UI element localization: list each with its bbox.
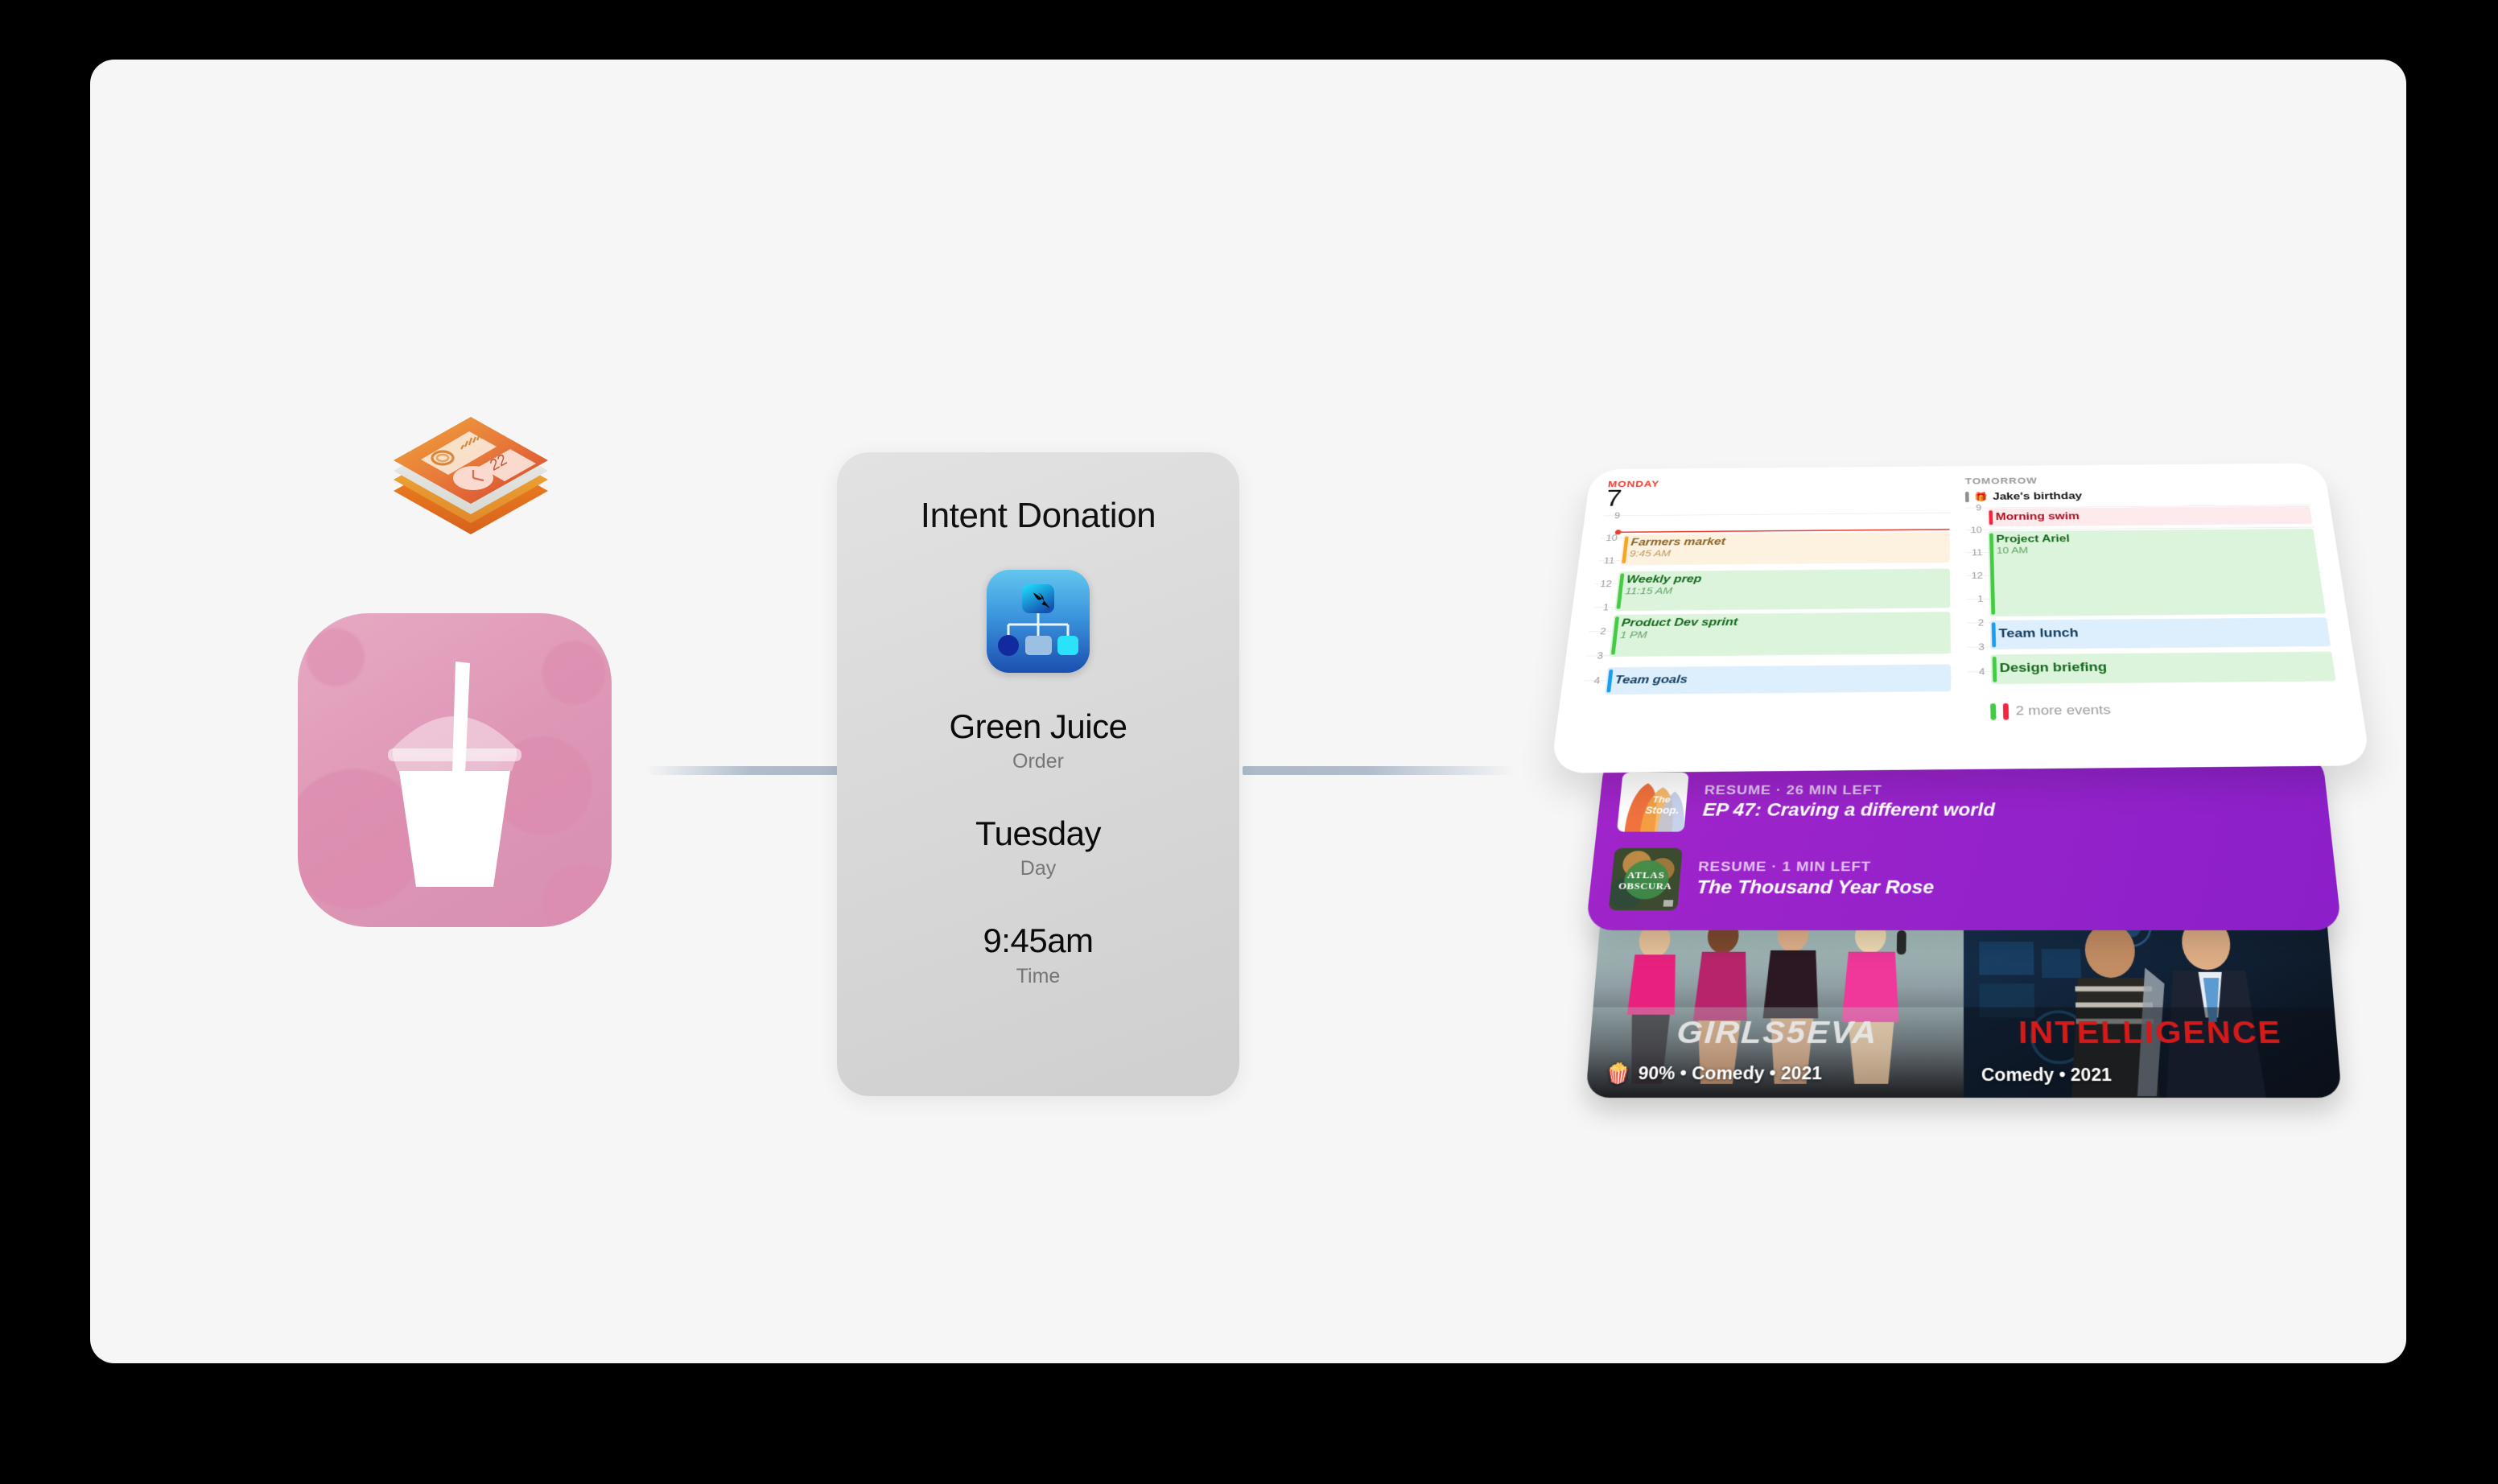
tv-caption-text-girls5eva: 90% • Comedy • 2021 bbox=[1638, 1063, 1823, 1084]
podcast-row[interactable]: The Stoop. RESUME · 26 MIN LEFT EP 47: C… bbox=[1616, 765, 2311, 840]
calendar-event[interactable]: Weekly prep 11:15 AM bbox=[1614, 569, 1950, 611]
hour-label: 1 bbox=[1592, 602, 1610, 612]
hour-label: 3 bbox=[1585, 650, 1604, 661]
podcast-title-1: EP 47: Craving a different world bbox=[1702, 800, 1995, 820]
calendar-column-tomorrow: TOMORROW 🎁 Jake's birthday 9 10 11 12 1 … bbox=[1965, 474, 2349, 762]
intent-donation-card: Intent Donation Green Juice Order Tuesda… bbox=[837, 452, 1239, 1096]
hour-label: 1 bbox=[1967, 594, 1984, 604]
svg-text:Stoop.: Stoop. bbox=[1645, 805, 1680, 816]
intent-field-order-label: Order bbox=[950, 750, 1127, 773]
calendar-today-grid: 9 10 11 12 1 2 3 4 Farmers market 9:45 A… bbox=[1580, 513, 1952, 706]
calendar-event[interactable]: Project Ariel 10 AM bbox=[1988, 529, 2326, 616]
tv-caption-text-intelligence: Comedy • 2021 bbox=[1981, 1065, 2112, 1086]
podcasts-widget[interactable]: The Stoop. RESUME · 26 MIN LEFT EP 47: C… bbox=[1585, 753, 2342, 930]
calendar-tomorrow-header: TOMORROW bbox=[1965, 474, 2308, 487]
calendar-column-today: MONDAY 7 9 10 11 12 1 2 3 4 Farmers mark… bbox=[1573, 476, 1953, 765]
intent-field-time-label: Time bbox=[983, 965, 1093, 988]
tv-caption-girls5eva: 🍿 90% • Comedy • 2021 bbox=[1604, 1061, 1956, 1085]
popcorn-icon: 🍿 bbox=[1604, 1061, 1631, 1085]
connector-rail-right bbox=[1243, 766, 1516, 775]
tv-logo-intelligence: INTELLIGENCE bbox=[1964, 1015, 2338, 1051]
podcast-title-2: The Thousand Year Rose bbox=[1696, 877, 1934, 898]
intent-field-day-value: Tuesday bbox=[975, 815, 1101, 852]
hour-label: 12 bbox=[1966, 571, 1983, 581]
hour-label: 4 bbox=[1968, 666, 1985, 678]
widgetkit-framework-icon: 22 MON bbox=[376, 414, 566, 567]
slide-canvas: 22 MON Intent Donation Green Juice Order… bbox=[90, 60, 2406, 1363]
hour-label: 11 bbox=[1597, 555, 1615, 565]
hour-label: 11 bbox=[1966, 547, 1983, 557]
svg-text:The: The bbox=[1652, 794, 1672, 805]
widget-stack: GIRLS5EVA 🍿 90% • Comedy • 2021 INTELLIG… bbox=[1531, 365, 2464, 1178]
gift-icon: 🎁 bbox=[1974, 492, 1988, 502]
green-juice-app-icon bbox=[298, 613, 612, 927]
svg-text:ATLAS: ATLAS bbox=[1627, 869, 1666, 880]
podcast-row[interactable]: ATLAS OBSCURA RESUME · 1 MIN LEFT The Th… bbox=[1608, 839, 2320, 918]
calendar-event[interactable]: Morning swim bbox=[1988, 506, 2313, 527]
svg-text:OBSCURA: OBSCURA bbox=[1618, 880, 1672, 891]
atlas-obscura-artwork: ATLAS OBSCURA bbox=[1609, 847, 1683, 909]
podcast-meta-1: RESUME · 26 MIN LEFT bbox=[1704, 783, 1995, 798]
sirikit-intents-icon bbox=[987, 570, 1090, 673]
hour-label: 9 bbox=[1603, 511, 1621, 521]
hour-label: 9 bbox=[1965, 503, 1981, 513]
tv-logo-girls5eva: GIRLS5EVA bbox=[1589, 1015, 1964, 1051]
calendar-event[interactable]: Design briefing bbox=[1991, 652, 2336, 685]
event-color-chip-green bbox=[1990, 703, 1996, 720]
calendar-event[interactable]: Farmers market 9:45 AM bbox=[1620, 532, 1950, 566]
podcast-meta-2: RESUME · 1 MIN LEFT bbox=[1697, 859, 1934, 876]
calendar-event[interactable]: Product Dev sprint 1 PM bbox=[1610, 612, 1951, 657]
event-title: Team goals bbox=[1614, 670, 1951, 686]
intent-field-time: 9:45am Time bbox=[983, 922, 1093, 987]
more-events-label: 2 more events bbox=[2015, 703, 2111, 719]
intent-field-day-label: Day bbox=[975, 857, 1101, 880]
the-stoop-artwork: The Stoop. bbox=[1617, 772, 1689, 831]
calendar-event[interactable]: Team goals bbox=[1605, 665, 1951, 695]
event-title: Morning swim bbox=[1996, 509, 2312, 523]
intent-field-order: Green Juice Order bbox=[950, 708, 1127, 773]
calendar-event[interactable]: Team lunch bbox=[1990, 617, 2331, 649]
connector-rail-left bbox=[645, 766, 839, 775]
hour-label: 12 bbox=[1595, 579, 1613, 589]
calendar-tomorrow-grid: 9 10 11 12 1 2 3 4 Morning swim Project … bbox=[1965, 505, 2339, 697]
intent-field-day: Tuesday Day bbox=[975, 815, 1101, 880]
calendar-widget[interactable]: MONDAY 7 9 10 11 12 1 2 3 4 Farmers mark… bbox=[1550, 463, 2371, 773]
event-title: Design briefing bbox=[1999, 658, 2335, 676]
event-color-chip-red bbox=[2003, 703, 2009, 720]
tv-caption-intelligence: Comedy • 2021 bbox=[1981, 1065, 2333, 1086]
hour-label: 10 bbox=[1601, 533, 1618, 542]
screenshot-stage: 22 MON Intent Donation Green Juice Order… bbox=[0, 0, 2498, 1484]
intent-field-time-value: 9:45am bbox=[983, 922, 1093, 959]
hour-label: 10 bbox=[1966, 525, 1982, 534]
event-color-bar bbox=[1965, 492, 1969, 502]
intent-donation-title: Intent Donation bbox=[921, 496, 1156, 536]
clock-tile bbox=[453, 466, 493, 490]
hour-label: 2 bbox=[1967, 617, 1984, 628]
all-day-event[interactable]: 🎁 Jake's birthday bbox=[1965, 488, 2310, 503]
intent-field-order-value: Green Juice bbox=[950, 708, 1127, 745]
event-title: Team lunch bbox=[1998, 624, 2329, 641]
all-day-event-title: Jake's birthday bbox=[1993, 490, 2083, 503]
hour-label: 2 bbox=[1589, 626, 1607, 637]
hour-label: 3 bbox=[1968, 641, 1985, 652]
more-events-row[interactable]: 2 more events bbox=[1968, 700, 2343, 720]
hour-label: 4 bbox=[1582, 675, 1601, 686]
